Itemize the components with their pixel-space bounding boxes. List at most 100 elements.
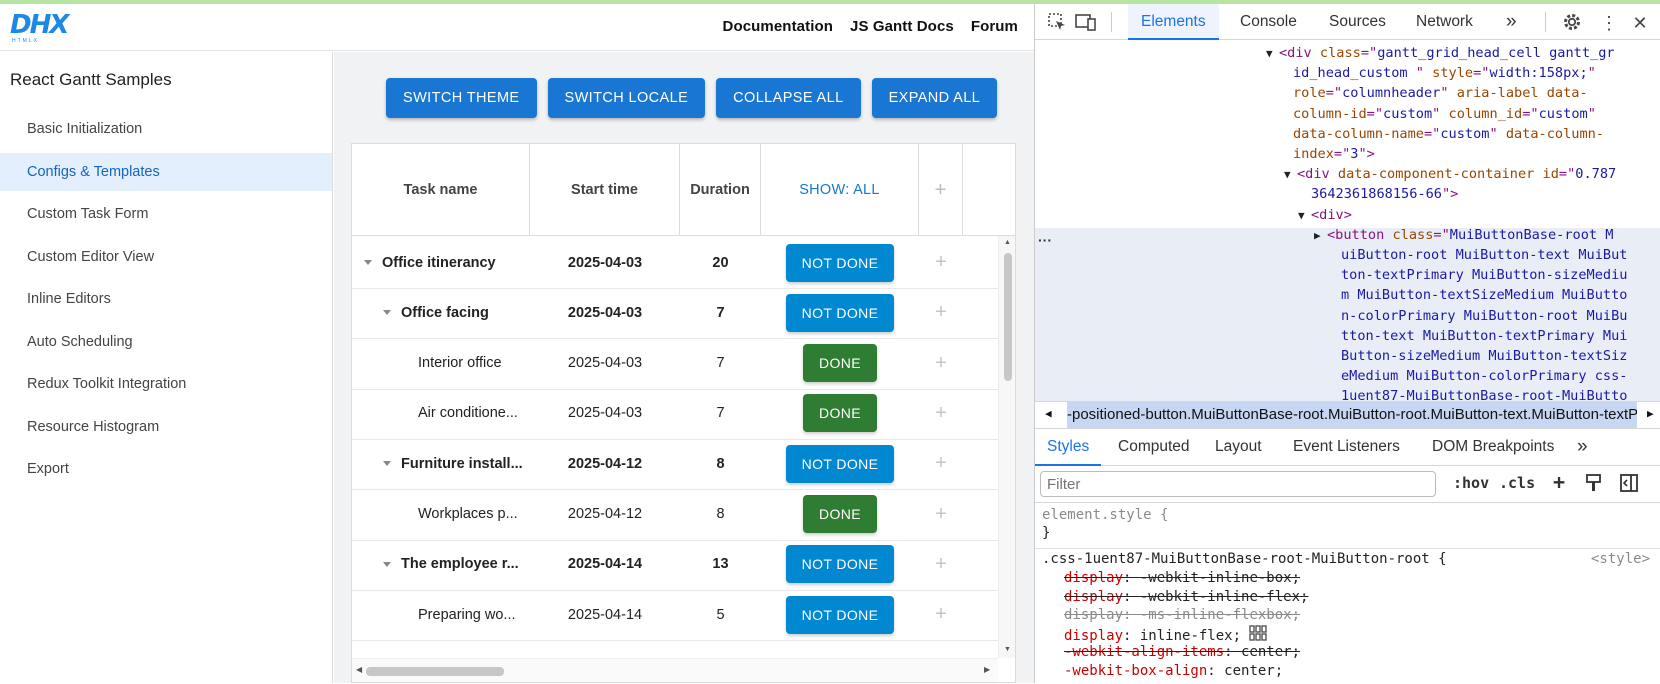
dom-node-line[interactable]: Button-sizeMedium MuiButton-textSiz — [1341, 346, 1627, 366]
breadcrumb-left-icon[interactable]: ◀ — [1045, 407, 1052, 420]
dom-node-line[interactable]: ▼ <div data-component-container id="0.787 — [1284, 164, 1616, 185]
start-time-cell[interactable]: 2025-04-14 — [530, 538, 680, 591]
subtab-styles[interactable]: Styles — [1035, 430, 1102, 466]
tab-network[interactable]: Network — [1403, 4, 1486, 40]
tab-sources[interactable]: Sources — [1316, 4, 1399, 40]
add-subtask-icon[interactable]: + — [935, 251, 947, 274]
scroll-left-icon[interactable]: ◀ — [356, 665, 362, 674]
dom-node-line[interactable]: tton-text MuiButton-textPrimary Mui — [1341, 326, 1627, 346]
dom-expand-toggle-icon[interactable]: ▶ — [1314, 226, 1327, 246]
add-subtask-icon[interactable]: + — [935, 402, 947, 425]
task-name-cell[interactable]: Interior office — [418, 337, 530, 390]
dom-node-line[interactable]: column-id="custom" column_id="custom" — [1293, 104, 1596, 124]
dom-node-line[interactable]: eMedium MuiButton-colorPrimary css- — [1341, 366, 1627, 386]
sidebar-item-basic-initialization[interactable]: Basic Initialization — [0, 110, 332, 148]
start-time-cell[interactable]: 2025-04-12 — [530, 488, 680, 541]
table-row[interactable]: Interior office 2025-04-03 7 DONE + — [352, 337, 998, 390]
duration-cell[interactable]: 7 — [680, 387, 761, 440]
expand-caret-icon[interactable] — [383, 561, 391, 567]
status-toggle-button[interactable]: NOT DONE — [786, 293, 894, 332]
status-toggle-button[interactable]: NOT DONE — [786, 545, 894, 584]
duration-cell[interactable]: 8 — [680, 437, 761, 490]
task-name-cell[interactable]: Preparing wo... — [418, 588, 530, 641]
more-subtabs-icon[interactable]: » — [1565, 430, 1600, 466]
css-value[interactable]: center; — [1224, 663, 1283, 679]
node-actions-ellipsis-icon[interactable]: ··· — [1038, 230, 1052, 250]
cls-toggle[interactable]: .cls — [1499, 474, 1535, 492]
dom-node-line[interactable]: data-column-name="custom" data-column- — [1293, 124, 1604, 144]
duration-cell[interactable]: 20 — [680, 236, 761, 289]
switch-locale-button[interactable]: SWITCH LOCALE — [547, 78, 706, 118]
tab-elements[interactable]: Elements — [1128, 4, 1219, 40]
expand-caret-icon[interactable] — [383, 310, 391, 316]
dom-node-line[interactable]: 3642361868156-66"> — [1311, 184, 1458, 204]
add-task-header-button[interactable]: + — [919, 144, 963, 236]
column-header-duration[interactable]: Duration — [680, 144, 761, 236]
paint-brush-icon[interactable] — [1585, 473, 1603, 497]
dom-node-line[interactable]: role="columnheader" aria-label data- — [1293, 83, 1588, 103]
styles-filter-input[interactable] — [1040, 471, 1436, 497]
start-time-cell[interactable]: 2025-04-03 — [530, 236, 680, 289]
vertical-scrollbar[interactable]: ▲ ▼ — [998, 236, 1015, 658]
css-property[interactable]: display — [1064, 607, 1123, 623]
status-toggle-button[interactable]: NOT DONE — [786, 595, 894, 634]
sidebar-item-custom-editor-view[interactable]: Custom Editor View — [0, 238, 332, 276]
dom-expand-toggle-icon[interactable]: ▼ — [1266, 44, 1279, 64]
dom-expand-toggle-icon[interactable]: ▼ — [1298, 206, 1311, 226]
add-subtask-icon[interactable]: + — [935, 452, 947, 475]
duration-cell[interactable]: 13 — [680, 538, 761, 591]
sidebar-item-custom-task-form[interactable]: Custom Task Form — [0, 195, 332, 233]
table-row[interactable]: The employee r... 2025-04-14 13 NOT DONE + — [352, 538, 998, 591]
expand-caret-icon[interactable] — [383, 461, 391, 467]
css-value[interactable]: -ms-inline-flexbox; — [1140, 607, 1300, 623]
duration-cell[interactable]: 5 — [680, 588, 761, 641]
css-value[interactable]: inline-flex; — [1140, 627, 1241, 643]
tab-console[interactable]: Console — [1227, 4, 1310, 40]
new-style-rule-icon[interactable]: + — [1553, 470, 1565, 494]
duration-cell[interactable]: 7 — [680, 286, 761, 339]
subtab-event-listeners[interactable]: Event Listeners — [1281, 430, 1412, 466]
rule-source-link[interactable]: <style> — [1591, 550, 1650, 569]
task-name-cell[interactable]: Office facing — [383, 286, 530, 339]
table-row[interactable]: Office facing 2025-04-03 7 NOT DONE + — [352, 286, 998, 340]
dom-node-line[interactable]: ▶ <button class="MuiButtonBase-root M — [1314, 225, 1613, 246]
css-property[interactable]: display — [1064, 627, 1123, 643]
dhx-logo[interactable]: DHX HTMLX — [10, 11, 69, 44]
switch-theme-button[interactable]: SWITCH THEME — [386, 78, 537, 118]
vertical-scroll-thumb[interactable] — [1004, 253, 1012, 381]
inspect-element-icon[interactable] — [1046, 12, 1068, 34]
css-declaration[interactable]: display: -webkit-inline-box; — [1064, 569, 1300, 588]
add-subtask-icon[interactable]: + — [935, 503, 947, 526]
breadcrumb-right-icon[interactable]: ▶ — [1647, 407, 1654, 420]
add-subtask-icon[interactable]: + — [935, 352, 947, 375]
status-toggle-button[interactable]: DONE — [803, 394, 877, 433]
dom-node-line[interactable]: id_head_custom " style="width:158px;" — [1293, 63, 1596, 83]
status-toggle-button[interactable]: DONE — [803, 495, 877, 533]
dom-node-line[interactable]: index="3"> — [1293, 144, 1375, 164]
css-value[interactable]: center; — [1241, 644, 1300, 660]
element-style-selector[interactable]: element.style { — [1042, 506, 1168, 525]
sidebar-item-resource-histogram[interactable]: Resource Histogram — [0, 408, 332, 446]
sidebar-item-auto-scheduling[interactable]: Auto Scheduling — [0, 323, 332, 361]
status-toggle-button[interactable]: DONE — [803, 344, 877, 383]
css-property[interactable]: display — [1064, 589, 1123, 605]
subtab-layout[interactable]: Layout — [1203, 430, 1274, 466]
horizontal-scrollbar[interactable]: ◀ ▶ — [352, 658, 998, 682]
task-name-cell[interactable]: Air conditione... — [418, 387, 530, 440]
start-time-cell[interactable]: 2025-04-03 — [530, 286, 680, 339]
expand-caret-icon[interactable] — [364, 260, 372, 265]
status-toggle-button[interactable]: NOT DONE — [786, 444, 894, 483]
kebab-menu-icon[interactable]: ⋮ — [1598, 12, 1620, 34]
start-time-cell[interactable]: 2025-04-03 — [530, 387, 680, 440]
css-property[interactable]: -webkit-align-items — [1064, 644, 1224, 660]
device-toolbar-icon[interactable] — [1075, 12, 1097, 34]
css-declaration[interactable]: display: -webkit-inline-flex; — [1064, 588, 1308, 607]
add-subtask-icon[interactable]: + — [935, 553, 947, 576]
css-declaration[interactable]: -webkit-align-items: center; — [1064, 643, 1300, 662]
scroll-right-icon[interactable]: ▶ — [984, 665, 990, 674]
start-time-cell[interactable]: 2025-04-12 — [530, 437, 680, 490]
collapse-all-button[interactable]: COLLAPSE ALL — [716, 78, 861, 118]
dom-node-line[interactable]: n-colorPrimary MuiButton-root MuiBu — [1341, 306, 1627, 326]
status-toggle-button[interactable]: NOT DONE — [786, 243, 894, 282]
show-all-button[interactable]: SHOW: ALL — [761, 144, 919, 236]
